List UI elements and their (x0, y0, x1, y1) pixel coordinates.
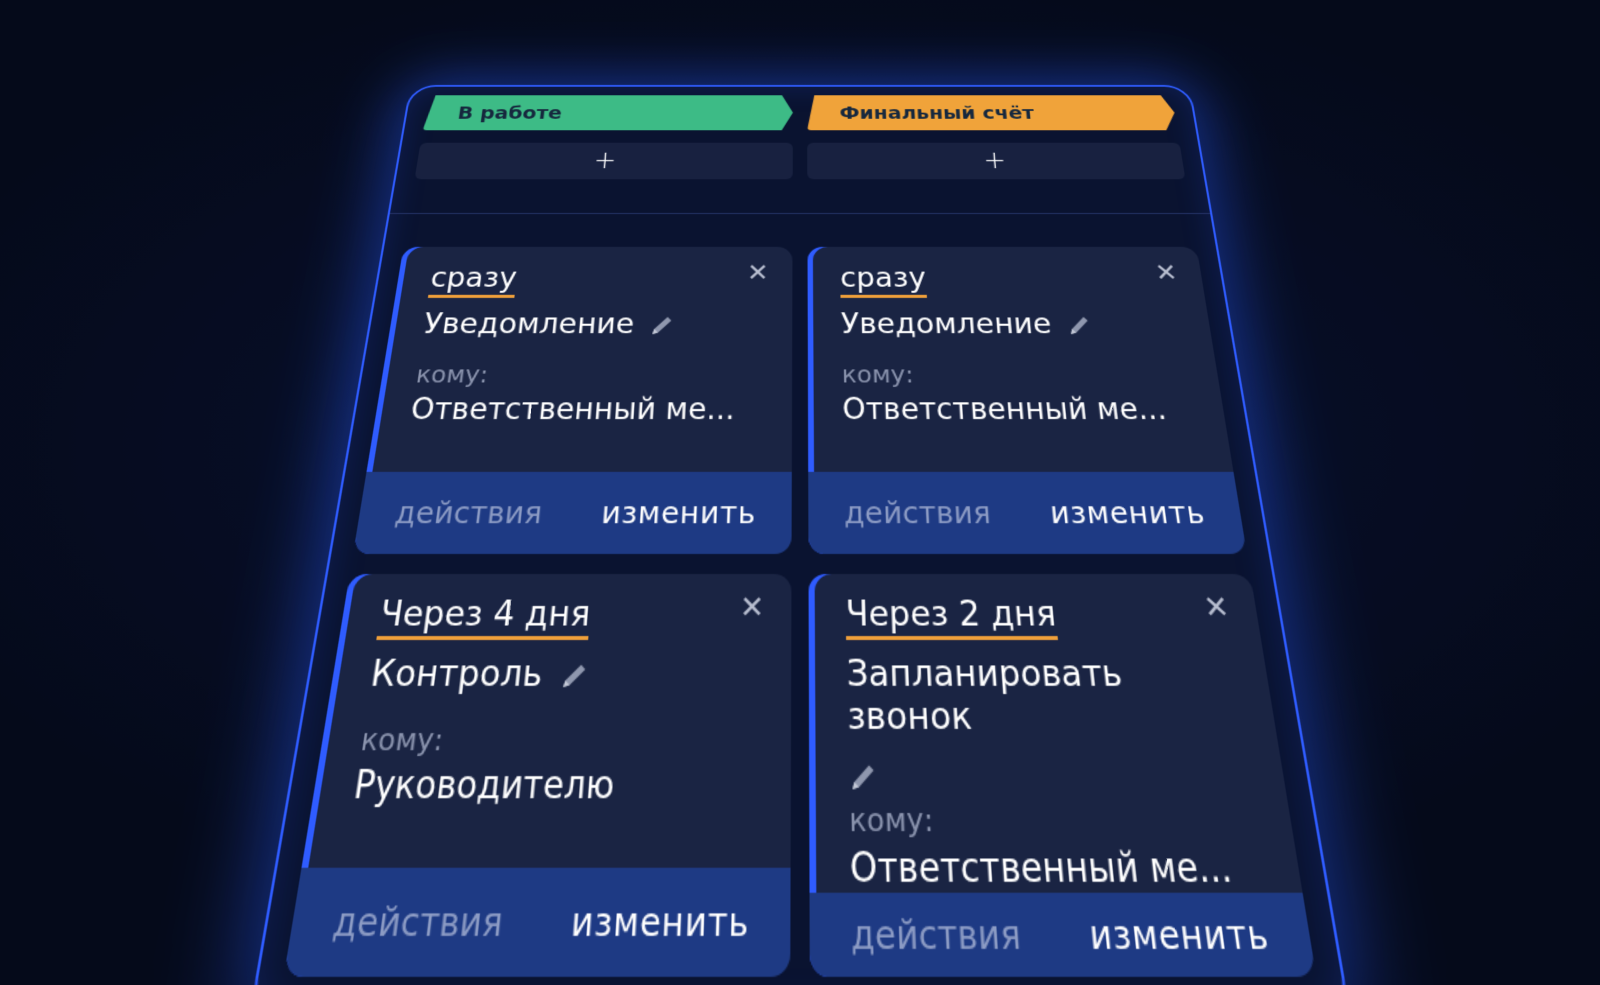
recipient-label: кому: (848, 802, 935, 841)
actions-button[interactable]: действия (393, 495, 544, 530)
card-body: сразу Уведомление кому: Ответственный ме… (808, 247, 1234, 472)
card-title-text: Запланировать звонок (846, 653, 1125, 739)
automation-card: Через 4 дня Контроль кому: Руководителю … (283, 574, 792, 977)
automation-card: Через 2 дня Запланировать звонок кому: О… (808, 574, 1317, 977)
pencil-icon[interactable] (649, 312, 677, 337)
card-footer: действия изменить (283, 867, 791, 977)
stage: В работе + Финальный счёт + сразу Уведом… (0, 0, 1600, 985)
recipient-value: Ответственный ме... (408, 393, 736, 427)
stage-columns: В работе + Финальный счёт + (414, 95, 1186, 180)
pencil-icon[interactable] (848, 759, 880, 794)
recipient-label: кому: (414, 361, 490, 390)
close-icon[interactable]: ✕ (739, 589, 764, 625)
card-title: Уведомление (421, 308, 765, 341)
card-body: Через 2 дня Запланировать звонок кому: О… (809, 574, 1303, 893)
automation-card: сразу Уведомление кому: Ответственный ме… (807, 246, 1247, 554)
trigger-time: Через 4 дня (376, 594, 592, 641)
close-icon[interactable]: ✕ (1201, 589, 1231, 625)
recipient-value: Руководителю (350, 764, 616, 809)
trigger-time: Через 2 дня (845, 594, 1059, 641)
card-body: сразу Уведомление кому: Ответственный ме… (366, 247, 792, 472)
edit-button[interactable]: изменить (1049, 495, 1208, 530)
recipient-value: Ответственный ме... (849, 846, 1235, 893)
card-title-text: Уведомление (840, 308, 1053, 341)
recipient-value: Ответственный ме... (842, 393, 1169, 427)
card-title-text: Уведомление (421, 308, 636, 341)
card-title: Контроль (368, 653, 761, 695)
actions-button[interactable]: действия (844, 495, 992, 530)
card-footer: действия изменить (353, 471, 792, 554)
add-automation-button[interactable]: + (414, 142, 793, 180)
automation-board: В работе + Финальный счёт + сразу Уведом… (248, 85, 1352, 985)
card-footer: действия изменить (809, 892, 1317, 977)
trigger-time: сразу (839, 262, 927, 298)
card-title: Запланировать звонок (846, 653, 1254, 793)
divider (389, 213, 1211, 214)
recipient-label: кому: (841, 361, 915, 390)
recipient-label: кому: (358, 723, 446, 759)
edit-button[interactable]: изменить (600, 495, 756, 530)
actions-button[interactable]: действия (851, 911, 1023, 958)
pencil-icon[interactable] (1065, 312, 1094, 337)
card-footer: действия изменить (808, 471, 1247, 554)
pencil-icon[interactable] (559, 658, 592, 691)
edit-button[interactable]: изменить (1087, 911, 1271, 958)
automation-card: сразу Уведомление кому: Ответственный ме… (353, 246, 793, 554)
column-final-invoice: Финальный счёт + (807, 95, 1186, 180)
card-title: Уведомление (840, 308, 1186, 341)
column-in-progress: В работе + (414, 95, 793, 180)
close-icon[interactable]: ✕ (1153, 259, 1179, 287)
automation-cards: сразу Уведомление кому: Ответственный ме… (283, 246, 1317, 977)
close-icon[interactable]: ✕ (746, 259, 768, 287)
stage-tag-in-progress[interactable]: В работе (423, 95, 793, 130)
add-automation-button[interactable]: + (807, 142, 1186, 180)
trigger-time: сразу (427, 262, 519, 298)
stage-tag-final-invoice[interactable]: Финальный счёт (807, 95, 1177, 130)
edit-button[interactable]: изменить (570, 898, 750, 945)
card-title-text: Контроль (367, 653, 545, 696)
card-body: Через 4 дня Контроль кому: Руководителю … (302, 574, 792, 868)
actions-button[interactable]: действия (330, 898, 505, 945)
